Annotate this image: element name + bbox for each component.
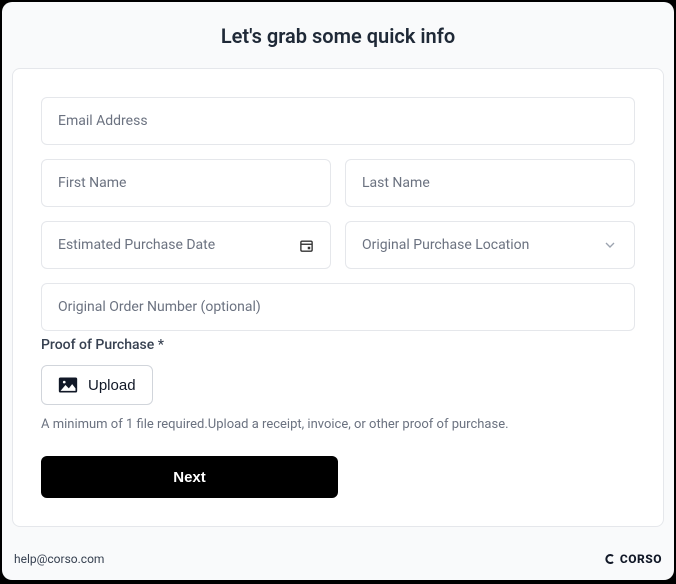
image-icon (58, 376, 78, 394)
proof-hint: A minimum of 1 file required.Upload a re… (41, 417, 635, 432)
email-field[interactable]: Email Address (41, 97, 635, 145)
page-title: Let's grab some quick info (2, 24, 674, 48)
purchase-location-select[interactable]: Original Purchase Location (345, 221, 635, 269)
order-number-placeholder: Original Order Number (optional) (58, 299, 261, 315)
calendar-icon (299, 238, 314, 253)
upload-button[interactable]: Upload (41, 365, 153, 405)
upload-button-label: Upload (88, 377, 136, 394)
last-name-placeholder: Last Name (362, 175, 430, 191)
last-name-field[interactable]: Last Name (345, 159, 635, 207)
purchase-date-field[interactable]: Estimated Purchase Date (41, 221, 331, 269)
brand-text: CORSO (620, 552, 662, 566)
form-card: Email Address First Name Last Name Estim… (12, 68, 664, 527)
brand-logo: CORSO (604, 552, 662, 566)
purchase-date-placeholder: Estimated Purchase Date (58, 237, 215, 253)
next-button[interactable]: Next (41, 456, 338, 498)
order-number-field[interactable]: Original Order Number (optional) (41, 283, 635, 331)
purchase-location-placeholder: Original Purchase Location (362, 237, 529, 253)
email-placeholder: Email Address (58, 113, 148, 129)
first-name-placeholder: First Name (58, 175, 126, 191)
chevron-down-icon (602, 237, 618, 253)
proof-of-purchase-label: Proof of Purchase * (41, 337, 635, 353)
first-name-field[interactable]: First Name (41, 159, 331, 207)
help-email-link[interactable]: help@corso.com (14, 552, 104, 566)
